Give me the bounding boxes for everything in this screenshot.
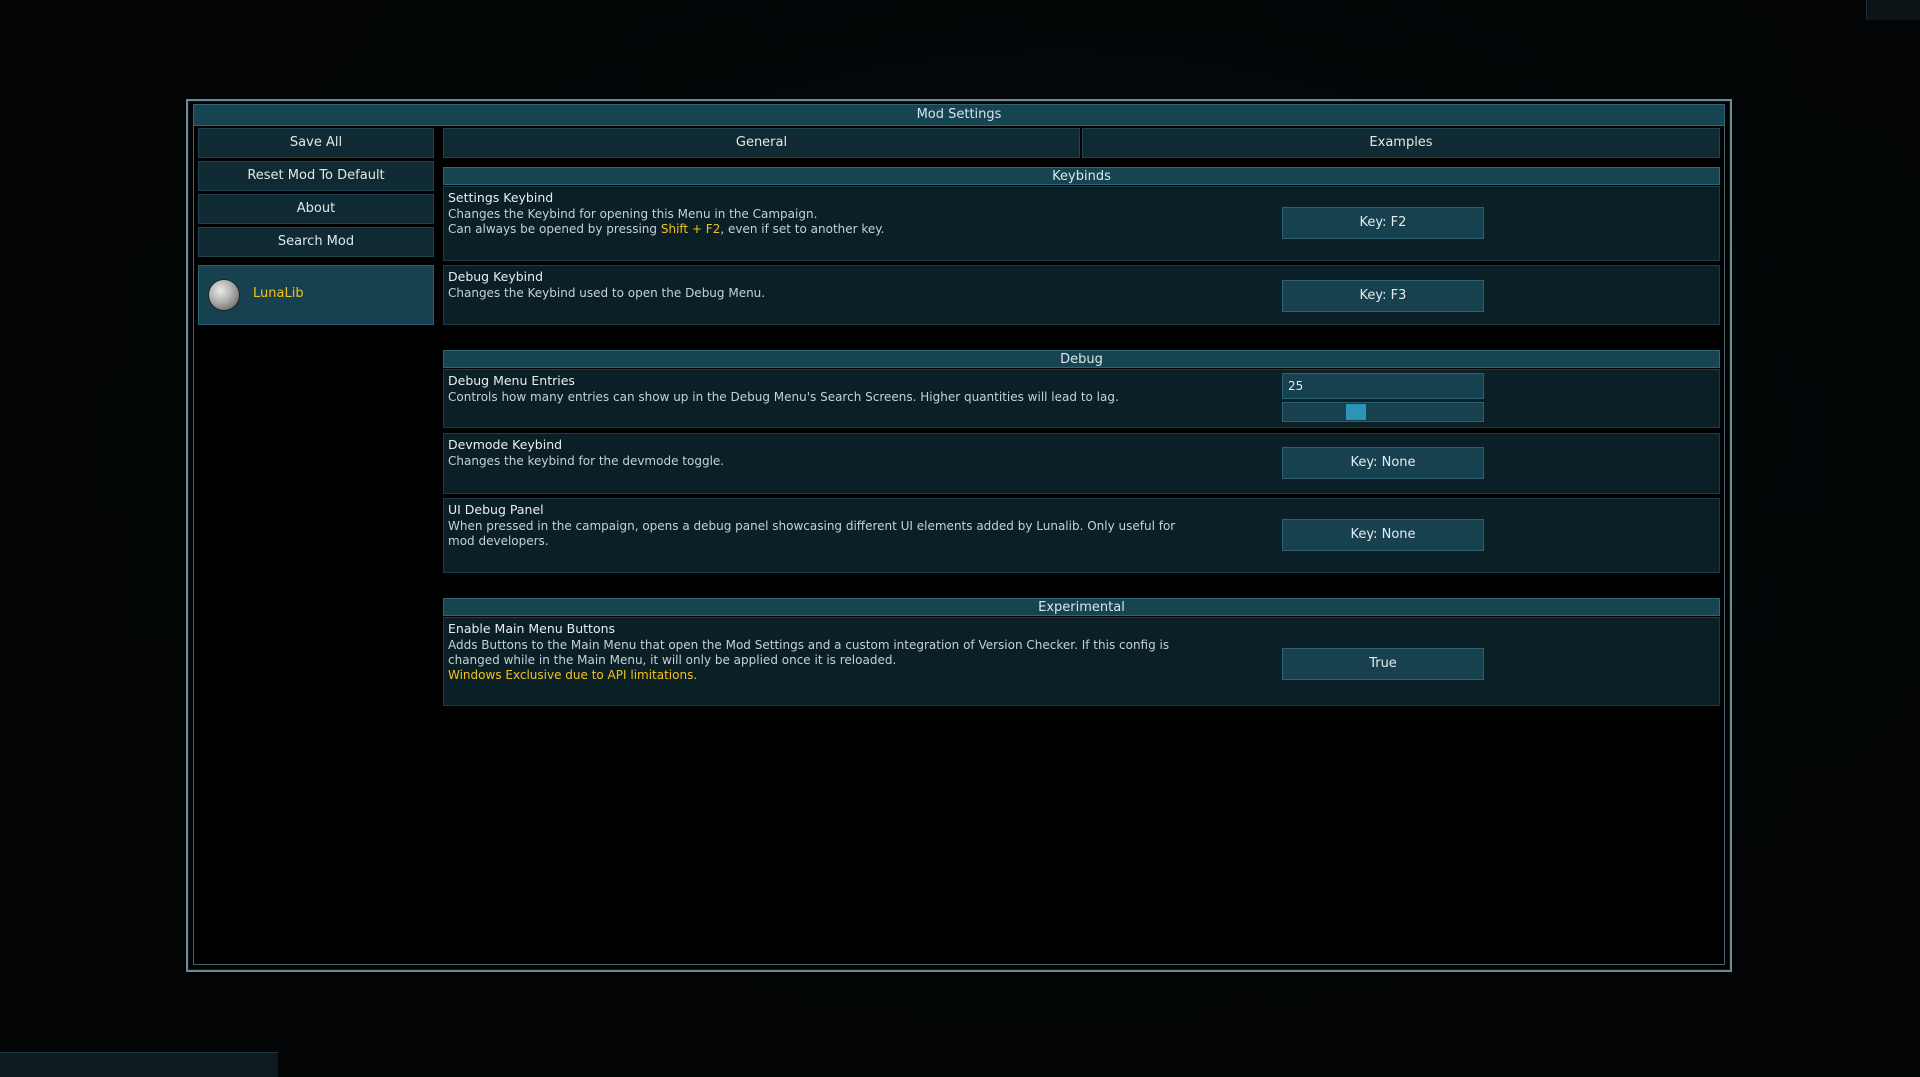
slider-handle[interactable] (1346, 404, 1366, 420)
setting-title: Debug Keybind (448, 269, 544, 284)
save-all-button[interactable]: Save All (198, 128, 434, 158)
description-text: , even if set to another key. (720, 222, 885, 236)
section-header-experimental: Experimental (443, 598, 1720, 616)
background-hud-fragment (0, 1052, 278, 1077)
description-line: Changes the Keybind for opening this Men… (448, 207, 818, 221)
planet-icon (209, 280, 239, 310)
section-header-keybinds: Keybinds (443, 167, 1720, 185)
setting-description: Controls how many entries can show up in… (448, 390, 1119, 404)
setting-title: Devmode Keybind (448, 437, 563, 452)
description-text: Can always be opened by pressing (448, 222, 661, 236)
highlight-shortcut: Shift + F2 (660, 222, 721, 236)
window-title: Mod Settings (193, 104, 1725, 126)
background-hud-fragment (1866, 0, 1920, 20)
mod-list-item-lunalib[interactable]: LunaLib (198, 265, 434, 325)
devmode-keybind-button[interactable]: Key: None (1282, 447, 1484, 479)
tab-general[interactable]: General (443, 128, 1080, 158)
settings-keybind-button[interactable]: Key: F2 (1282, 207, 1484, 239)
debug-menu-entries-input[interactable]: 25 (1282, 373, 1484, 399)
section-header-debug: Debug (443, 350, 1720, 368)
debug-keybind-button[interactable]: Key: F3 (1282, 280, 1484, 312)
setting-description: When pressed in the campaign, opens a de… (448, 519, 1176, 548)
setting-row-debug-menu-entries: Debug Menu Entries Controls how many ent… (443, 369, 1720, 428)
setting-title: Debug Menu Entries (448, 373, 575, 388)
setting-row-devmode-keybind: Devmode Keybind Changes the keybind for … (443, 433, 1720, 494)
warning-text: Windows Exclusive due to API limitations… (448, 668, 698, 682)
debug-menu-entries-slider[interactable] (1282, 402, 1484, 422)
setting-title: Enable Main Menu Buttons (448, 621, 616, 636)
about-button[interactable]: About (198, 194, 434, 224)
setting-description: Changes the Keybind used to open the Deb… (448, 286, 766, 300)
setting-description: Changes the Keybind for opening this Men… (448, 207, 1208, 237)
setting-row-enable-main-menu-buttons: Enable Main Menu Buttons Adds Buttons to… (443, 617, 1720, 706)
setting-title: Settings Keybind (448, 190, 554, 205)
mod-settings-window: Mod Settings Save All Reset Mod To Defau… (186, 99, 1732, 972)
setting-row-debug-keybind: Debug Keybind Changes the Keybind used t… (443, 265, 1720, 325)
search-mod-button[interactable]: Search Mod (198, 227, 434, 257)
reset-mod-to-default-button[interactable]: Reset Mod To Default (198, 161, 434, 191)
setting-description: Adds Buttons to the Main Menu that open … (448, 638, 1208, 683)
description-text: Adds Buttons to the Main Menu that open … (448, 638, 1170, 667)
setting-title: UI Debug Panel (448, 502, 544, 517)
tab-examples[interactable]: Examples (1082, 128, 1720, 158)
setting-row-ui-debug-panel: UI Debug Panel When pressed in the campa… (443, 498, 1720, 573)
mod-name: LunaLib (253, 286, 304, 301)
enable-main-menu-buttons-toggle[interactable]: True (1282, 648, 1484, 680)
ui-debug-panel-button[interactable]: Key: None (1282, 519, 1484, 551)
setting-description: Changes the keybind for the devmode togg… (448, 454, 725, 468)
setting-row-settings-keybind: Settings Keybind Changes the Keybind for… (443, 186, 1720, 261)
